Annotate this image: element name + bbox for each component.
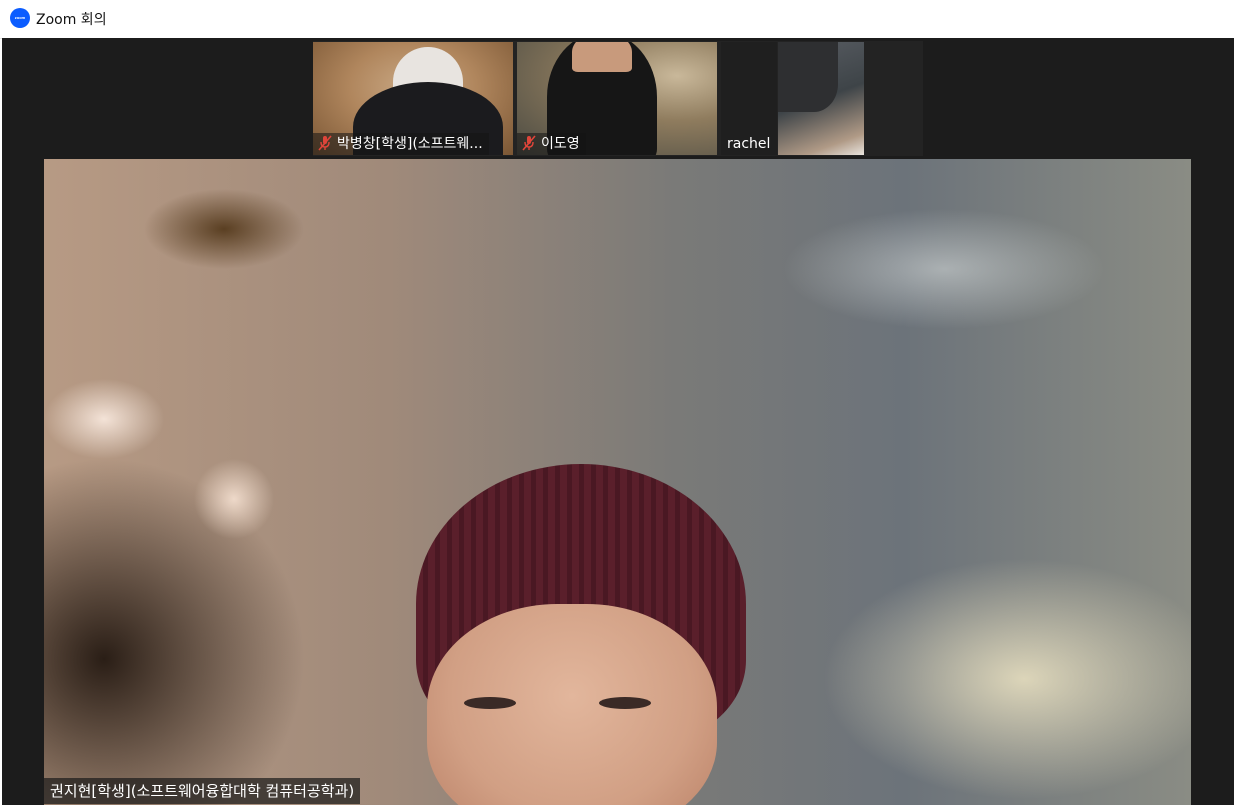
participant-tile[interactable] (778, 42, 864, 155)
participant-video (778, 42, 838, 112)
participant-name: rachel (727, 136, 771, 152)
participant-tile[interactable]: 박병창[학생](소프트웨... (313, 42, 513, 155)
zoom-app-icon: zoom (10, 8, 30, 28)
participant-name-tag: 이도영 (517, 133, 586, 155)
participant-name-tag: rachel (721, 133, 776, 155)
window-edge (1234, 38, 1256, 805)
participant-tile[interactable]: rachel (721, 42, 777, 155)
meeting-content: 박병창[학생](소프트웨... 이도영 rachel 권지현[학생](소프트웨어… (2, 38, 1234, 805)
title-bar: zoom Zoom 회의 (0, 0, 1256, 39)
speaker-eye (599, 697, 651, 709)
participant-video (572, 42, 632, 72)
active-speaker-video[interactable] (44, 159, 1191, 805)
window-title: Zoom 회의 (36, 12, 107, 28)
participant-name-tag: 박병창[학생](소프트웨... (313, 133, 489, 155)
zoom-meeting-window: zoom Zoom 회의 박병창[학생](소프트웨... 이도영 rachel … (0, 0, 1256, 805)
speaker-eye (464, 697, 516, 709)
participant-name: 박병창[학생](소프트웨... (337, 136, 483, 152)
mic-muted-icon (318, 135, 332, 151)
participant-tile[interactable]: 이도영 (517, 42, 717, 155)
mic-muted-icon (522, 135, 536, 151)
active-speaker-name-tag: 권지현[학생](소프트웨어융합대학 컴퓨터공학과) (44, 778, 361, 804)
participant-name: 이도영 (541, 136, 580, 152)
